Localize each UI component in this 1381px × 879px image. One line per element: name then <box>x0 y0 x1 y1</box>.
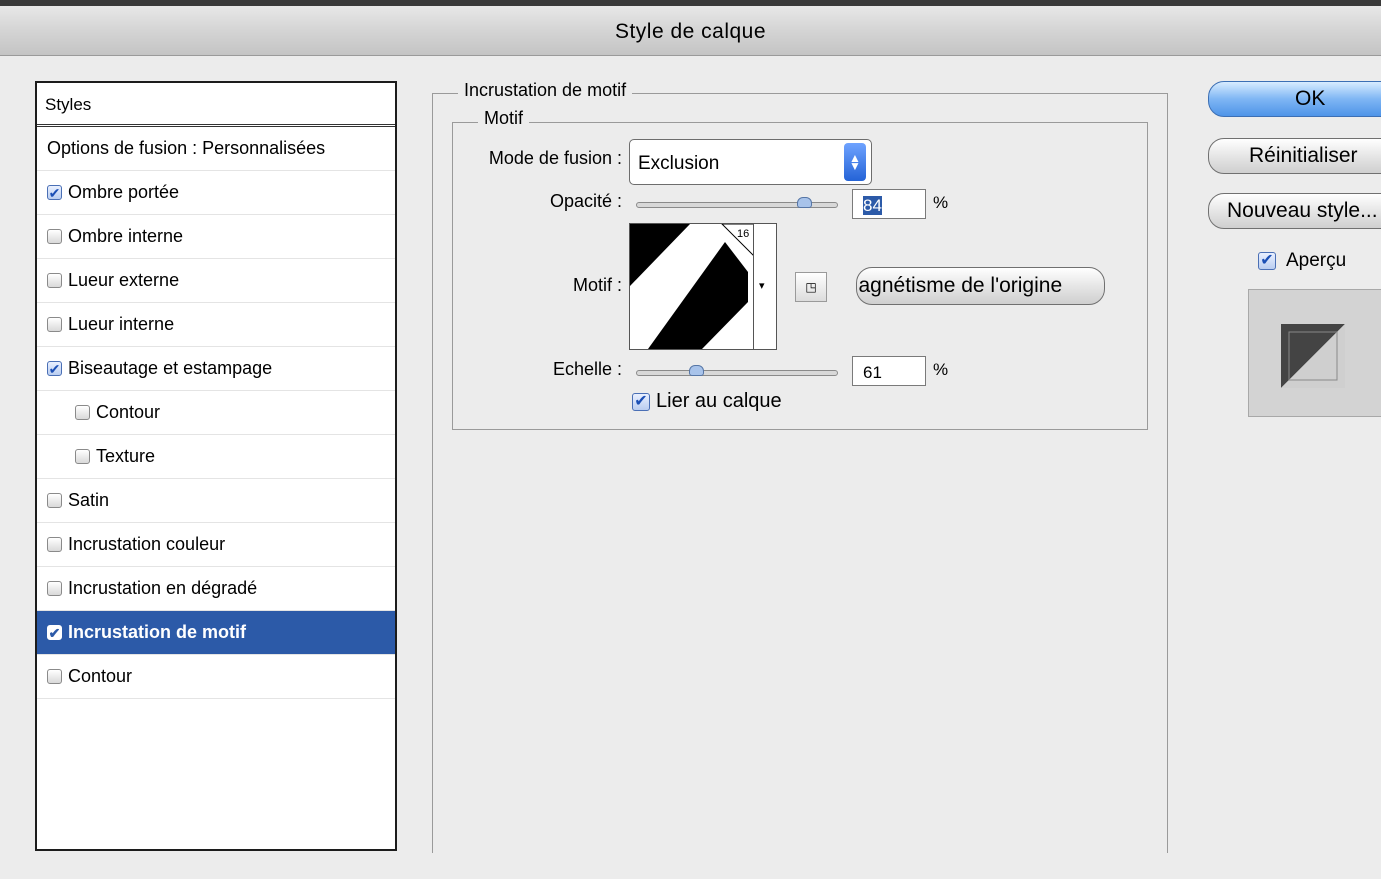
styles-item[interactable]: Contour <box>37 655 395 699</box>
new-style-label: Nouveau style... <box>1227 199 1378 222</box>
checkbox-checked-icon[interactable]: ✔ <box>47 185 62 200</box>
opacity-unit: % <box>933 193 949 212</box>
checkbox-checked-icon[interactable]: ✔ <box>47 625 62 640</box>
checkbox-checked-icon[interactable]: ✔ <box>47 361 62 376</box>
styles-item-label: Satin <box>68 490 110 510</box>
styles-item-label: Incrustation en dégradé <box>68 578 258 598</box>
checkbox-icon[interactable] <box>47 493 62 508</box>
reset-label: Réinitialiser <box>1249 144 1358 167</box>
styles-item[interactable]: Satin <box>37 479 395 523</box>
styles-item[interactable]: ✔ Biseautage et estampage <box>37 347 395 391</box>
opacity-value: 84 <box>863 196 882 215</box>
check-icon: ✔ <box>632 392 650 411</box>
checkbox-icon[interactable] <box>47 317 62 332</box>
styles-item-label: Lueur interne <box>68 314 175 334</box>
styles-item[interactable]: Options de fusion : Personnalisées <box>37 127 395 171</box>
checkbox-icon[interactable] <box>75 449 90 464</box>
styles-item[interactable]: Lueur externe <box>37 259 395 303</box>
styles-item-label: Incrustation de motif <box>68 622 247 642</box>
window-title: Style de calque <box>614 20 767 43</box>
opacity-slider-thumb[interactable] <box>797 197 812 208</box>
checkbox-icon[interactable] <box>47 581 62 596</box>
ok-button[interactable]: OK <box>1208 81 1381 117</box>
link-layer-checkbox[interactable]: ✔ Lier au calque <box>632 390 782 413</box>
title-bar: Style de calque <box>0 0 1381 56</box>
pattern-count: 16 <box>737 228 750 240</box>
styles-list: Styles Options de fusion : Personnalisée… <box>35 81 397 851</box>
styles-item-label: Options de fusion : Personnalisées <box>47 138 326 158</box>
scale-input[interactable]: 61 <box>852 356 926 386</box>
pattern-label: Motif : <box>572 275 622 295</box>
new-style-button[interactable]: Nouveau style... <box>1208 193 1381 229</box>
styles-item[interactable]: Lueur interne <box>37 303 395 347</box>
checkbox-icon[interactable] <box>75 405 90 420</box>
pattern-dropdown[interactable]: ▾ <box>753 224 776 349</box>
checkbox-icon[interactable] <box>47 669 62 684</box>
scale-unit: % <box>933 360 949 379</box>
styles-item[interactable]: ✔ Ombre portée <box>37 171 395 215</box>
styles-item-label: Contour <box>96 402 161 422</box>
blend-mode-label: Mode de fusion : <box>488 148 622 168</box>
ok-label: OK <box>1295 87 1326 110</box>
styles-item-label: Texture <box>96 446 156 466</box>
styles-item-label: Incrustation couleur <box>68 534 226 554</box>
pattern-swatch <box>630 224 754 349</box>
styles-item[interactable]: Contour <box>37 391 395 435</box>
styles-item[interactable]: Ombre interne <box>37 215 395 259</box>
scale-slider[interactable] <box>636 370 838 376</box>
snap-origin-button[interactable]: Magnétisme de l'origine <box>856 267 1105 305</box>
pattern-picker[interactable]: 16 ▾ <box>629 223 777 350</box>
styles-item-label: Ombre interne <box>68 226 184 246</box>
preview-swatch <box>1281 324 1345 388</box>
styles-item[interactable]: Texture <box>37 435 395 479</box>
styles-item-label: Lueur externe <box>68 270 180 290</box>
select-arrows-icon: ▲ ▼ <box>844 143 866 181</box>
scale-value: 61 <box>863 363 882 382</box>
checkbox-icon[interactable] <box>47 273 62 288</box>
preview-label: Aperçu <box>1286 250 1347 271</box>
preview-checkbox[interactable]: ✔ Aperçu <box>1258 250 1346 272</box>
blend-mode-value: Exclusion <box>638 153 720 174</box>
style-preview <box>1248 289 1381 417</box>
reset-button[interactable]: Réinitialiser <box>1208 138 1381 174</box>
options-icon: ◳ <box>805 280 817 294</box>
scale-label: Echelle : <box>552 359 622 379</box>
styles-item[interactable]: ✔ Incrustation de motif <box>37 611 395 655</box>
styles-item-label: Biseautage et estampage <box>68 358 273 378</box>
scale-slider-thumb[interactable] <box>689 365 704 376</box>
pattern-options-button[interactable]: ◳ <box>795 272 827 302</box>
chevron-down-icon: ▾ <box>759 280 765 292</box>
styles-item-label: Ombre portée <box>68 182 180 202</box>
link-layer-label: Lier au calque <box>656 390 782 412</box>
checkbox-icon[interactable] <box>47 537 62 552</box>
checkbox-icon[interactable] <box>47 229 62 244</box>
styles-item[interactable]: Incrustation couleur <box>37 523 395 567</box>
pattern-overlay-title: Incrustation de motif <box>458 80 633 101</box>
opacity-label: Opacité : <box>549 191 622 211</box>
styles-item-label: Contour <box>68 666 133 686</box>
blend-mode-select[interactable]: Exclusion ▲ ▼ <box>629 139 872 185</box>
pattern-subgroup-title: Motif <box>478 108 530 129</box>
styles-item[interactable]: Incrustation en dégradé <box>37 567 395 611</box>
opacity-input[interactable]: 84 <box>852 189 926 219</box>
check-icon: ✔ <box>1258 252 1276 270</box>
snap-origin-label: Magnétisme de l'origine <box>856 274 1063 297</box>
styles-header[interactable]: Styles <box>37 83 395 127</box>
